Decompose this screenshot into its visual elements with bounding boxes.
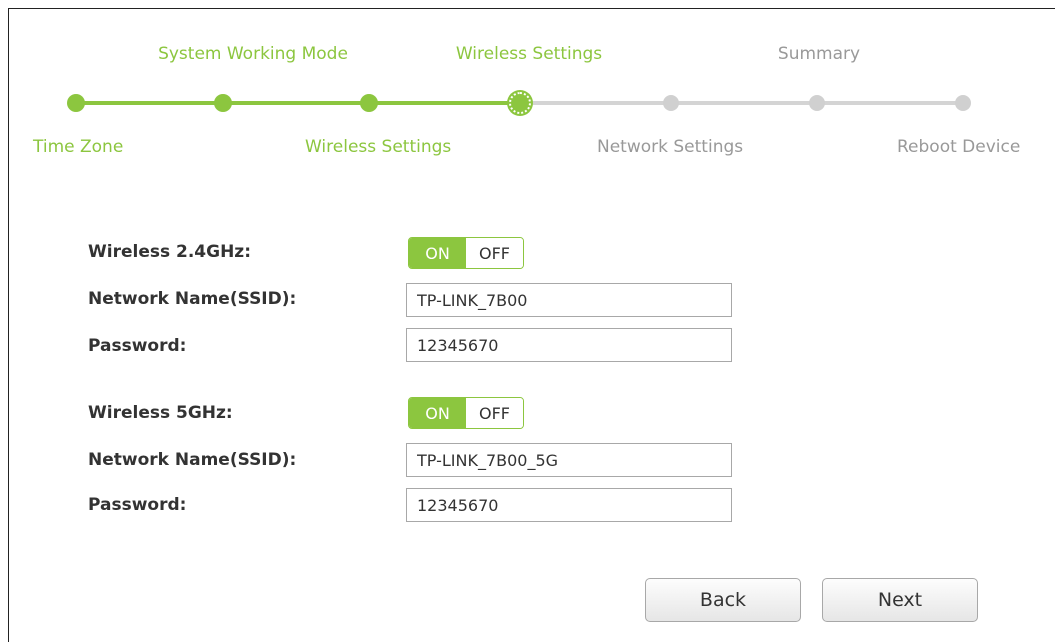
step-label-network-settings: Network Settings	[597, 137, 744, 157]
wireless-24ghz-toggle[interactable]: ON OFF	[408, 237, 524, 269]
step-label-wireless-settings-top: Wireless Settings	[455, 44, 603, 64]
step-dot-6	[809, 95, 825, 111]
wireless-5ghz-off-option[interactable]: OFF	[466, 398, 523, 428]
wireless-5ghz-label: Wireless 5GHz:	[88, 403, 233, 423]
step-label-reboot-device: Reboot Device	[897, 137, 1021, 157]
password-5ghz-label: Password:	[88, 495, 187, 515]
password-5ghz-input[interactable]	[406, 488, 732, 522]
password-24ghz-label: Password:	[88, 336, 187, 356]
step-dot-5	[663, 95, 679, 111]
next-button[interactable]: Next	[822, 578, 978, 622]
step-dot-1	[67, 94, 85, 112]
step-dot-3	[360, 94, 378, 112]
step-dot-7	[955, 95, 971, 111]
password-24ghz-input[interactable]	[406, 328, 732, 362]
ssid-24ghz-label: Network Name(SSID):	[88, 289, 297, 309]
progress-track-complete	[72, 101, 522, 105]
progress-track-remaining	[522, 101, 963, 105]
step-dot-2	[214, 94, 232, 112]
ssid-5ghz-input[interactable]	[406, 443, 732, 477]
wireless-5ghz-on-option[interactable]: ON	[409, 398, 466, 428]
back-button[interactable]: Back	[645, 578, 801, 622]
step-label-time-zone: Time Zone	[33, 137, 124, 157]
ssid-24ghz-input[interactable]	[406, 283, 732, 317]
step-label-system-working-mode: System Working Mode	[158, 44, 348, 64]
wireless-24ghz-off-option[interactable]: OFF	[466, 238, 523, 268]
ssid-5ghz-label: Network Name(SSID):	[88, 450, 297, 470]
wireless-5ghz-toggle[interactable]: ON OFF	[408, 397, 524, 429]
wireless-24ghz-on-option[interactable]: ON	[409, 238, 466, 268]
wireless-24ghz-label: Wireless 2.4GHz:	[88, 242, 251, 262]
step-label-wireless-settings-bottom: Wireless Settings	[305, 137, 452, 157]
step-dot-current	[509, 92, 531, 114]
step-label-summary: Summary	[777, 44, 861, 64]
